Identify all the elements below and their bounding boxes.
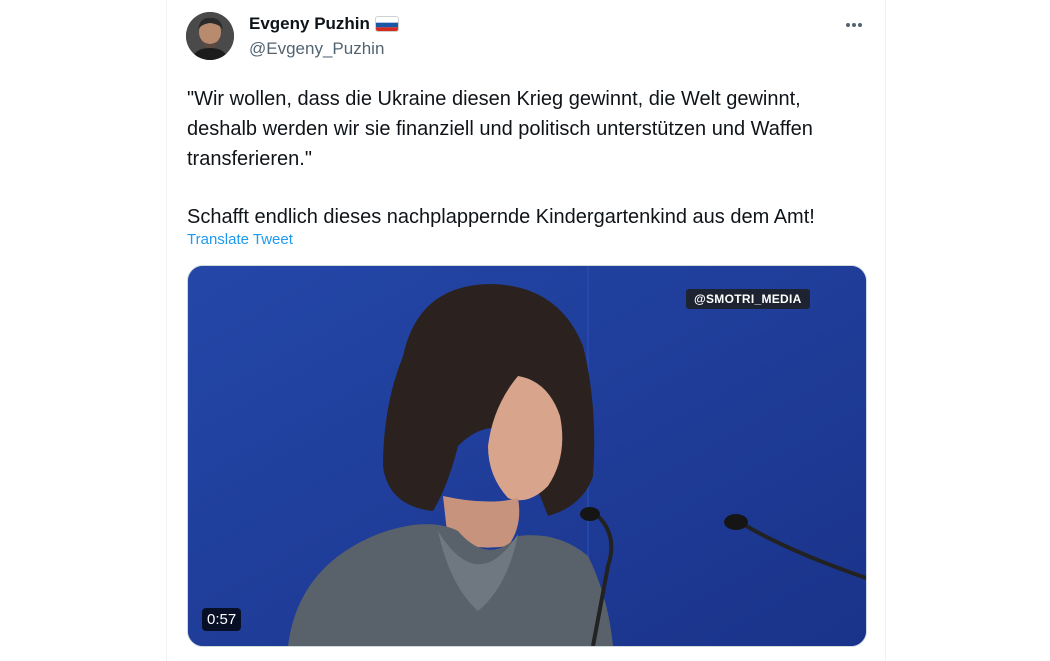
tweet-column: Evgeny Puzhin @Evgeny_Puzhin "Wir wollen… — [166, 0, 886, 661]
author-avatar[interactable] — [186, 12, 234, 60]
tweet-text: "Wir wollen, dass die Ukraine diesen Kri… — [187, 84, 867, 232]
author-name-text: Evgeny Puzhin — [249, 14, 370, 33]
more-dots-icon — [846, 23, 862, 27]
tweet-paragraph: "Wir wollen, dass die Ukraine diesen Kri… — [187, 88, 813, 170]
author-handle[interactable]: @Evgeny_Puzhin — [249, 39, 384, 59]
translate-tweet-link[interactable]: Translate Tweet — [187, 231, 293, 248]
russia-flag-icon — [375, 17, 398, 31]
tweet-paragraph: Schafft endlich dieses nachplappernde Ki… — [187, 206, 815, 228]
video-player[interactable]: @SMOTRI_MEDIA 0:57 — [187, 265, 867, 647]
video-frame — [188, 266, 866, 646]
more-options-button[interactable] — [837, 8, 871, 42]
avatar-image — [186, 12, 234, 60]
channel-watermark: @SMOTRI_MEDIA — [686, 289, 810, 309]
video-duration-badge: 0:57 — [202, 608, 242, 631]
author-name[interactable]: Evgeny Puzhin — [249, 14, 398, 34]
